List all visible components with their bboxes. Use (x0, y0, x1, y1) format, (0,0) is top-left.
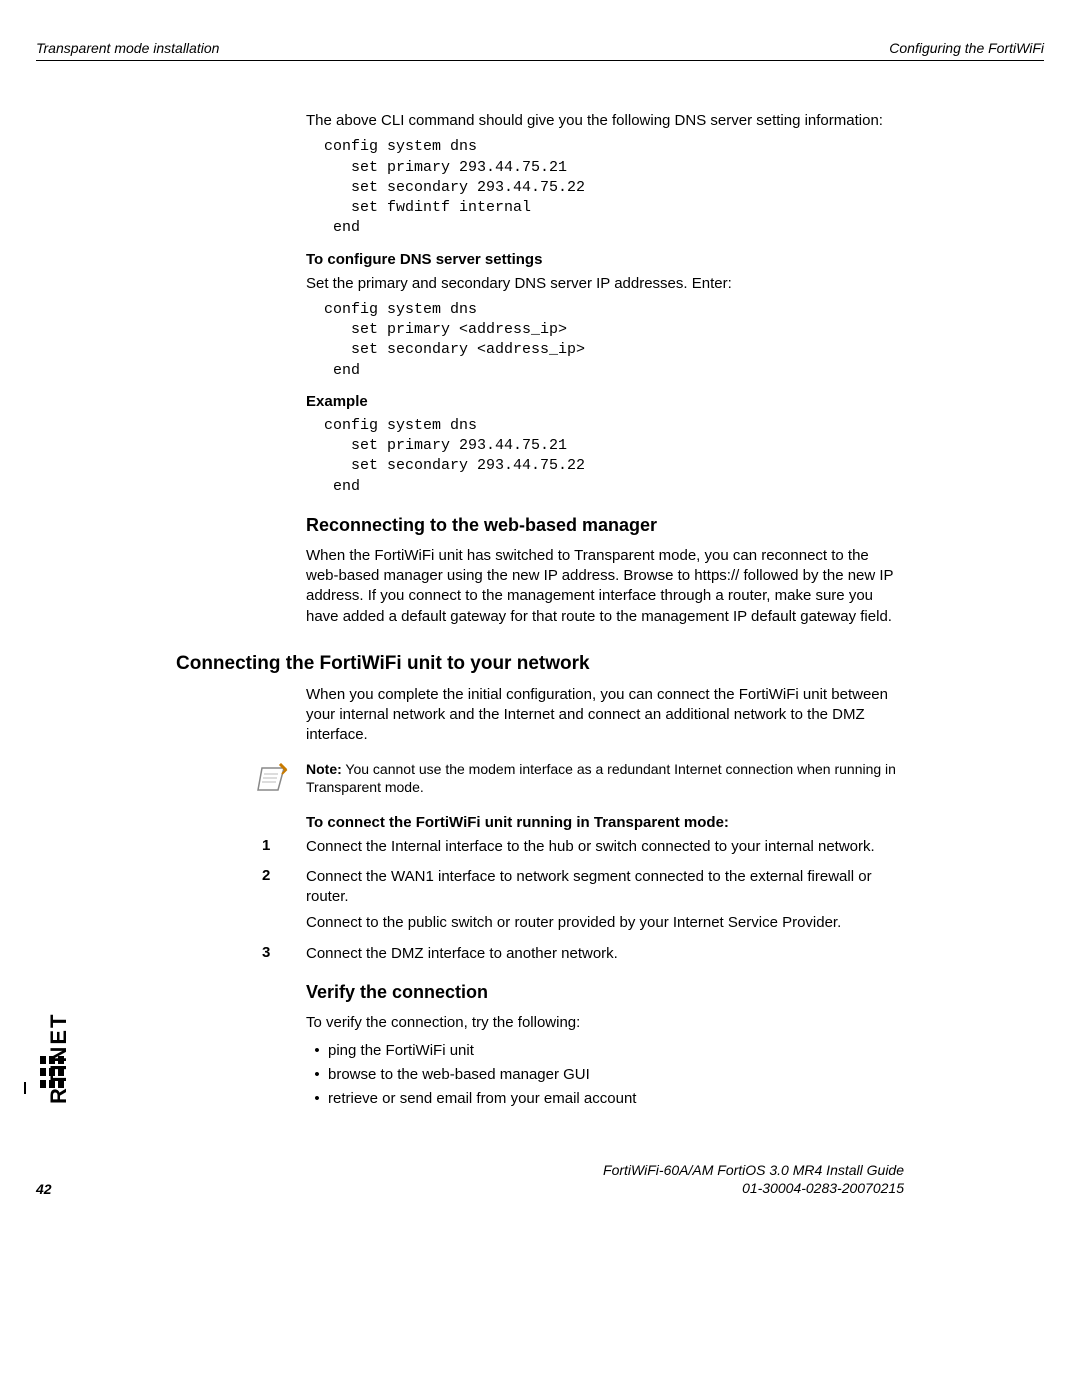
step-3: Connect the DMZ interface to another net… (306, 944, 904, 964)
step-1: Connect the Internal interface to the hu… (306, 837, 904, 857)
bullet-dot: • (306, 1087, 328, 1111)
heading-verify: Verify the connection (306, 982, 904, 1003)
step-2a: Connect the WAN1 interface to network se… (306, 867, 904, 908)
cli-output-1: config system dns set primary 293.44.75.… (306, 137, 904, 238)
bullet-dot: • (306, 1039, 328, 1063)
reconnecting-paragraph: When the FortiWiFi unit has switched to … (306, 546, 904, 627)
logo-mark-icon (40, 1056, 64, 1088)
heading-configure-dns: To configure DNS server settings (306, 251, 904, 268)
cli-output-2: config system dns set primary <address_i… (306, 300, 904, 381)
heading-connecting: Connecting the FortiWiFi unit to your ne… (176, 653, 904, 675)
heading-connect-steps: To connect the FortiWiFi unit running in… (306, 814, 904, 831)
step-number-3: 3 (262, 944, 306, 964)
verify-paragraph: To verify the connection, try the follow… (306, 1013, 904, 1033)
note-body: You cannot use the modem interface as a … (306, 761, 896, 796)
numbered-steps: 1 Connect the Internal interface to the … (262, 837, 904, 964)
page-footer: 42 FortiWiFi-60A/AM FortiOS 3.0 MR4 Inst… (36, 1161, 1044, 1197)
footer-guide: FortiWiFi-60A/AM FortiOS 3.0 MR4 Install… (603, 1161, 904, 1179)
intro-paragraph: The above CLI command should give you th… (306, 111, 904, 131)
note-icon (256, 760, 296, 800)
step-number-1: 1 (262, 837, 306, 857)
configure-dns-paragraph: Set the primary and secondary DNS server… (306, 274, 904, 294)
step-2b: Connect to the public switch or router p… (306, 913, 904, 933)
heading-example: Example (306, 393, 904, 410)
footer-docnum: 01-30004-0283-20070215 (603, 1179, 904, 1197)
running-heads: Transparent mode installation Configurin… (36, 40, 1044, 61)
header-right: Configuring the FortiWiFi (889, 40, 1044, 56)
connecting-paragraph: When you complete the initial configurat… (306, 685, 904, 746)
cli-output-3: config system dns set primary 293.44.75.… (306, 416, 904, 497)
note-block: Note: You cannot use the modem interface… (256, 760, 904, 800)
step-number-2: 2 (262, 867, 306, 934)
bullet-3: retrieve or send email from your email a… (328, 1090, 636, 1107)
header-left: Transparent mode installation (36, 40, 219, 56)
bullet-dot: • (306, 1063, 328, 1087)
bullet-2: browse to the web-based manager GUI (328, 1066, 590, 1083)
heading-reconnecting: Reconnecting to the web-based manager (306, 515, 904, 536)
note-text: Note: You cannot use the modem interface… (306, 760, 904, 798)
note-label: Note: (306, 761, 342, 777)
bullet-1: ping the FortiWiFi unit (328, 1042, 474, 1059)
page-number: 42 (36, 1181, 52, 1197)
verify-bullets: •ping the FortiWiFi unit •browse to the … (306, 1039, 904, 1111)
